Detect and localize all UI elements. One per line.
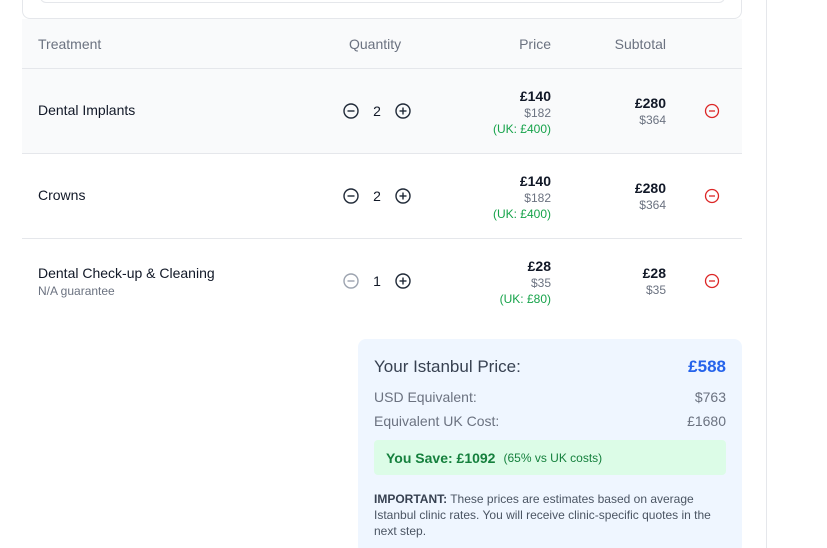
important-notice: IMPORTANT: These prices are estimates ba… [374, 491, 726, 539]
price-summary: Your Istanbul Price: £588 USD Equivalent… [358, 339, 742, 548]
row-subtotal: £28 $35 [643, 265, 666, 298]
subtotal-usd: $364 [639, 113, 666, 127]
minus-circle-icon[interactable] [342, 272, 360, 290]
plus-circle-icon[interactable] [394, 102, 412, 120]
price-gbp: £140 [519, 173, 551, 189]
header-price: Price [519, 36, 551, 52]
quantity-value: 1 [373, 273, 381, 289]
table-row: Dental Check-up & Cleaning N/A guarantee… [22, 239, 742, 324]
savings-percent: (65% vs UK costs) [503, 450, 603, 465]
treatment-name: Dental Implants [38, 102, 136, 118]
remove-circle-icon[interactable] [704, 273, 720, 289]
important-label: IMPORTANT: [374, 492, 448, 506]
table-row: Crowns 2 £140 $182 (UK: £400) £280 $364 [22, 154, 742, 239]
price-uk: (UK: £400) [492, 207, 551, 221]
subtotal-gbp: £28 [642, 265, 666, 281]
header-subtotal: Subtotal [614, 36, 666, 52]
subtotal-gbp: £280 [634, 95, 666, 111]
quantity-value: 2 [373, 103, 381, 119]
plus-circle-icon[interactable] [394, 187, 412, 205]
unit-price: £140 $182 (UK: £400) [493, 88, 551, 137]
price-gbp: £140 [519, 88, 551, 104]
row-subtotal: £280 $364 [635, 95, 666, 128]
minus-circle-icon[interactable] [342, 102, 360, 120]
treatment-name: Crowns [38, 187, 86, 203]
unit-price: £140 $182 (UK: £400) [493, 173, 551, 222]
treatment-table: Treatment Quantity Price Subtotal Dental… [22, 19, 742, 324]
savings-banner: You Save: £1092 (65% vs UK costs) [374, 440, 726, 475]
istanbul-price-value: £588 [688, 357, 726, 376]
price-usd: $182 [524, 191, 551, 205]
uk-cost-value: £1680 [687, 413, 726, 429]
price-uk: (UK: £80) [499, 292, 551, 306]
quantity-stepper: 2 [342, 102, 412, 120]
treatment-panel: Treatment Quantity Price Subtotal Dental… [0, 0, 767, 548]
header-quantity: Quantity [349, 36, 402, 52]
quantity-value: 2 [373, 188, 381, 204]
remove-circle-icon[interactable] [704, 103, 720, 119]
savings-amount: You Save: £1092 [386, 449, 496, 466]
usd-equivalent-value: $763 [694, 389, 726, 405]
usd-equivalent-label: USD Equivalent: [374, 389, 477, 405]
price-usd: $182 [524, 106, 551, 120]
quantity-stepper: 2 [342, 187, 412, 205]
remove-circle-icon[interactable] [704, 188, 720, 204]
treatment-name: Dental Check-up & Cleaning [38, 265, 215, 281]
header-treatment: Treatment [38, 36, 102, 52]
subtotal-usd: $364 [639, 198, 666, 212]
subtotal-usd: $35 [645, 283, 666, 297]
uk-cost-label: Equivalent UK Cost: [374, 413, 500, 429]
istanbul-price-label: Your Istanbul Price: [374, 357, 521, 376]
uk-cost-row: Equivalent UK Cost: £1680 [374, 409, 726, 433]
plus-circle-icon[interactable] [394, 272, 412, 290]
usd-equivalent-row: USD Equivalent: $763 [374, 385, 726, 409]
search-field-edge[interactable] [40, 0, 725, 3]
price-usd: $35 [530, 276, 551, 290]
table-row: Dental Implants 2 £140 $182 (UK: £400) £… [22, 69, 742, 154]
subtotal-gbp: £280 [634, 180, 666, 196]
table-header: Treatment Quantity Price Subtotal [22, 19, 742, 69]
quantity-stepper: 1 [342, 272, 412, 290]
istanbul-price-row: Your Istanbul Price: £588 [374, 355, 726, 385]
row-subtotal: £280 $364 [635, 180, 666, 213]
price-gbp: £28 [527, 258, 551, 274]
minus-circle-icon[interactable] [342, 187, 360, 205]
guarantee-note: N/A guarantee [38, 284, 115, 298]
price-uk: (UK: £400) [492, 122, 551, 136]
unit-price: £28 $35 (UK: £80) [500, 258, 551, 307]
